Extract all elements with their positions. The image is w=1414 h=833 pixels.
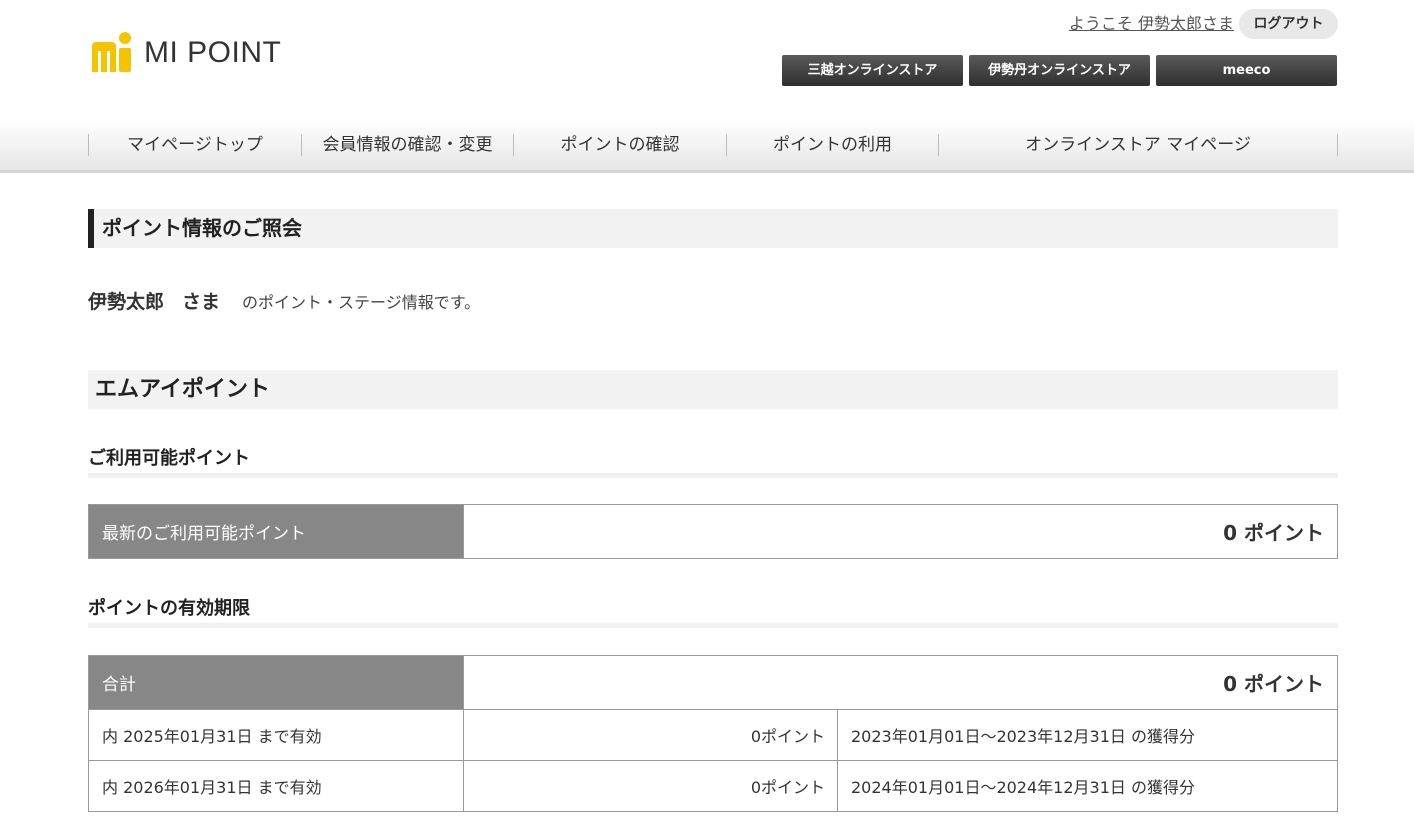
mi-point-logo[interactable]: MI POINT — [90, 32, 281, 74]
nav-item-online-store-mypage[interactable]: オンラインストア マイページ — [938, 134, 1337, 156]
logo-text: MI POINT — [144, 36, 282, 69]
expiry-row-points: 0ポイント — [463, 709, 838, 761]
expiry-table: 合計 0 ポイント 内 2025年01月31日 まで有効 0ポイント 2023年… — [88, 655, 1338, 812]
mi-point-section-title: エムアイポイント — [88, 370, 1338, 409]
store-links: 三越オンラインストア 伊勢丹オンラインストア meeco — [782, 55, 1337, 86]
welcome-link[interactable]: ようこそ 伊勢太郎さま — [1069, 12, 1234, 36]
main-nav: マイページトップ 会員情報の確認・変更 ポイントの確認 ポイントの利用 オンライ… — [0, 118, 1414, 173]
available-points-value: 0 ポイント — [463, 504, 1338, 559]
expiry-row-label: 内 2025年01月31日 まで有効 — [88, 709, 464, 761]
nav-item-point-check[interactable]: ポイントの確認 — [513, 134, 726, 156]
expiry-row-period: 2023年01月01日～2023年12月31日 の獲得分 — [837, 709, 1338, 761]
table-row: 内 2026年01月31日 まで有効 0ポイント 2024年01月01日～202… — [88, 760, 1338, 812]
table-row: 最新のご利用可能ポイント 0 ポイント — [88, 504, 1338, 559]
expiry-total-value: 0 ポイント — [463, 655, 1338, 710]
expiry-heading: ポイントの有効期限 — [88, 598, 1338, 628]
isetan-store-button[interactable]: 伊勢丹オンラインストア — [969, 55, 1150, 86]
mi-logo-icon — [90, 32, 136, 74]
available-points-heading: ご利用可能ポイント — [88, 448, 1338, 478]
expiry-row-points: 0ポイント — [463, 760, 838, 812]
available-points-label: 最新のご利用可能ポイント — [88, 504, 464, 559]
expiry-row-label: 内 2026年01月31日 まで有効 — [88, 760, 464, 812]
available-points-table: 最新のご利用可能ポイント 0 ポイント — [88, 504, 1338, 559]
user-name: 伊勢太郎 — [88, 291, 165, 313]
intro-text: のポイント・ステージ情報です。 — [242, 293, 481, 312]
expiry-row-period: 2024年01月01日～2024年12月31日 の獲得分 — [837, 760, 1338, 812]
page-title: ポイント情報のご照会 — [88, 209, 1338, 248]
nav-item-point-use[interactable]: ポイントの利用 — [726, 134, 938, 156]
table-row: 内 2025年01月31日 まで有効 0ポイント 2023年01月01日～202… — [88, 709, 1338, 761]
logout-button[interactable]: ログアウト — [1239, 9, 1338, 39]
nav-item-member-info[interactable]: 会員情報の確認・変更 — [301, 134, 513, 156]
honorific: さま — [182, 291, 221, 313]
intro-line: 伊勢太郎 さま のポイント・ステージ情報です。 — [88, 288, 480, 317]
expiry-total-label: 合計 — [88, 655, 464, 710]
mitsukoshi-store-button[interactable]: 三越オンラインストア — [782, 55, 963, 86]
meeco-store-button[interactable]: meeco — [1156, 55, 1337, 86]
nav-item-mypage-top[interactable]: マイページトップ — [88, 134, 301, 156]
table-row: 合計 0 ポイント — [88, 655, 1338, 710]
